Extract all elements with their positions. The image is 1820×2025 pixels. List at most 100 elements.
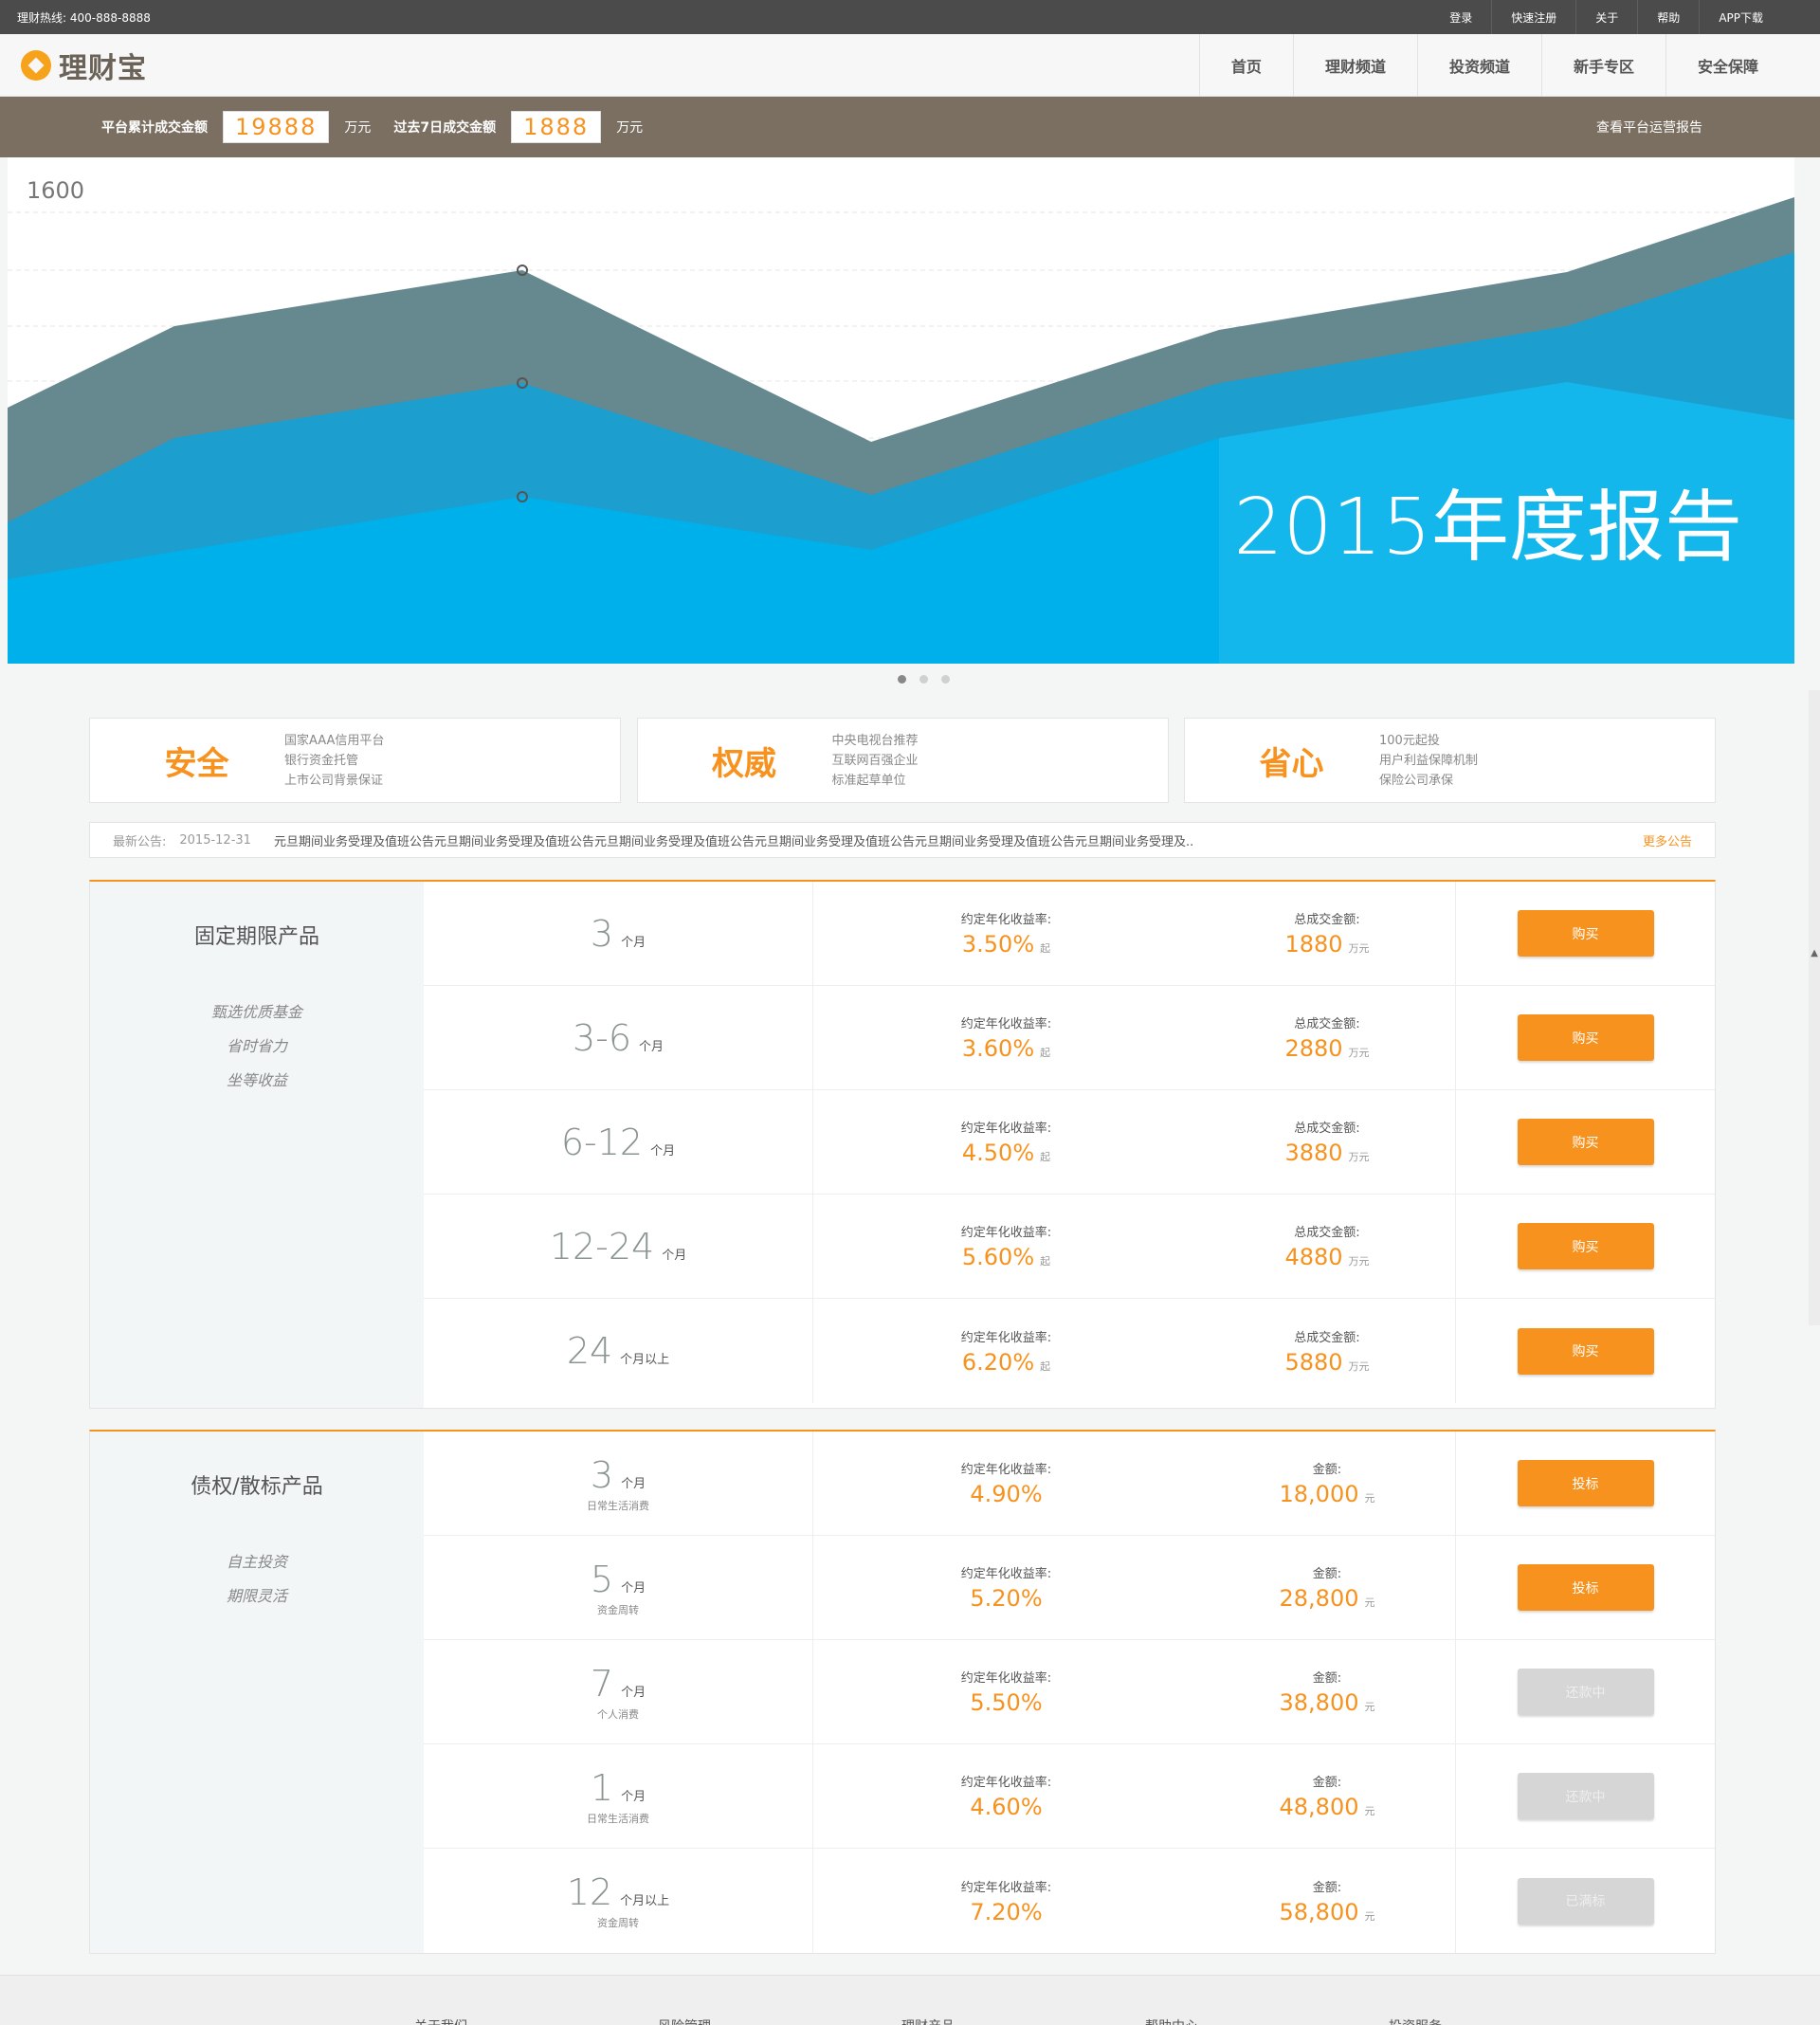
amount-value: 28,800 xyxy=(1279,1585,1359,1612)
term: 6-12 个月 xyxy=(561,1122,675,1163)
amount-cell: 总成交金额: 4880 万元 xyxy=(1199,1195,1455,1298)
banner-chart: 1600 2015年度报告 xyxy=(8,177,1794,664)
amount-value-wrap: 18,000 元 xyxy=(1280,1481,1375,1507)
top-links: 登录 快速注册 关于 帮助 APP下载 xyxy=(1430,0,1782,34)
amount-value-wrap: 38,800 元 xyxy=(1280,1689,1375,1716)
term: 3 个月 xyxy=(591,1454,646,1496)
register-link[interactable]: 快速注册 xyxy=(1491,0,1575,34)
status-button[interactable]: 还款中 xyxy=(1517,1773,1654,1819)
amount-unit: 万元 xyxy=(1348,1359,1370,1373)
amount-value: 4880 xyxy=(1284,1244,1343,1270)
report-link[interactable]: 查看平台运营报告 xyxy=(1596,118,1702,137)
footer: 关于我们 风险管理 理财产品 帮助中心 投资服务 xyxy=(0,1975,1820,2025)
footer-link[interactable]: 投资服务 xyxy=(1389,2016,1442,2025)
footer-link[interactable]: 帮助中心 xyxy=(1145,2016,1198,2025)
carousel-dot-1[interactable] xyxy=(897,675,906,684)
fixed-rows: 3 个月 约定年化收益率: 3.50% 起总成交金额: 1880 万元 购买 3-6 个月 约定年化… xyxy=(424,882,1715,1408)
amount-value: 38,800 xyxy=(1279,1689,1359,1716)
term-unit: 个月以上 xyxy=(620,1894,670,1908)
amount-label: 总成交金额: xyxy=(1294,1330,1360,1345)
features: 安全 国家AAA信用平台 银行资金托管 上市公司背景保证 权威 中央电视台推荐 … xyxy=(89,718,1716,803)
amount-cell: 总成交金额: 1880 万元 xyxy=(1199,882,1455,985)
nav-newbie[interactable]: 新手专区 xyxy=(1540,33,1665,97)
tag: 自主投资 xyxy=(226,1553,287,1571)
action-cell: 购买 xyxy=(1455,1090,1715,1194)
rate-cell: 约定年化收益率: 7.20% xyxy=(812,1849,1199,1953)
feature-line: 保险公司承保 xyxy=(1379,773,1454,788)
term-unit: 个月 xyxy=(639,1039,664,1054)
term-desc: 个人消费 xyxy=(597,1707,639,1721)
action-cell: 投标 xyxy=(1455,1432,1715,1535)
y-tick: 1600 xyxy=(27,177,84,204)
buy-button[interactable]: 投标 xyxy=(1517,1460,1654,1506)
banner-carousel[interactable]: 1600 2015年度报告 xyxy=(8,157,1794,664)
term: 5 个月 xyxy=(591,1559,646,1600)
product-row: 1 个月 日常生活消费 约定年化收益率: 4.60% 金额: 48,800 元 还款中 xyxy=(424,1744,1715,1849)
app-download-link[interactable]: APP下载 xyxy=(1699,0,1782,34)
term-value: 3-6 xyxy=(572,1016,632,1059)
amount-cell: 总成交金额: 2880 万元 xyxy=(1199,986,1455,1089)
amount-cell: 金额: 18,000 元 xyxy=(1199,1432,1455,1535)
footer-link[interactable]: 理财产品 xyxy=(901,2016,955,2025)
feature-title: 权威 xyxy=(712,744,776,783)
tag: 省时省力 xyxy=(226,1037,287,1055)
logo[interactable]: 理财宝 xyxy=(21,45,147,86)
amount-unit: 元 xyxy=(1364,1596,1375,1609)
buy-button[interactable]: 购买 xyxy=(1517,1014,1654,1061)
amount-unit: 万元 xyxy=(1348,1255,1370,1268)
nav-security[interactable]: 安全保障 xyxy=(1665,33,1790,97)
status-button[interactable]: 还款中 xyxy=(1517,1669,1654,1715)
scrollbar[interactable] xyxy=(1809,690,1820,1325)
rate-value: 6.20% xyxy=(961,1348,1035,1376)
debt-panel: 债权/散标产品 自主投资 期限灵活 3 个月 日常生活消费 约定年化收益率: 4.90%… xyxy=(89,1430,1716,1954)
buy-button[interactable]: 购买 xyxy=(1517,1327,1654,1375)
amount-cell: 金额: 58,800 元 xyxy=(1199,1849,1455,1953)
more-notices-link[interactable]: 更多公告 xyxy=(1643,831,1692,849)
footer-link[interactable]: 风险管理 xyxy=(658,2016,711,2025)
buy-button[interactable]: 购买 xyxy=(1517,910,1654,957)
about-link[interactable]: 关于 xyxy=(1575,0,1637,34)
buy-button[interactable]: 投标 xyxy=(1517,1564,1654,1611)
term: 12-24 个月 xyxy=(550,1226,686,1268)
total-label: 平台累计成交金额 xyxy=(101,120,208,136)
footer-link[interactable]: 关于我们 xyxy=(414,2016,467,2025)
term-cell: 3-6 个月 xyxy=(424,986,812,1089)
term-unit: 个月 xyxy=(621,1580,646,1596)
buy-button[interactable]: 购买 xyxy=(1517,1223,1654,1269)
status-button[interactable]: 已满标 xyxy=(1517,1877,1654,1925)
carousel-dot-3[interactable] xyxy=(940,675,950,684)
term-cell: 1 个月 日常生活消费 xyxy=(424,1744,812,1848)
product-row: 3 个月 约定年化收益率: 3.50% 起 总成交金额: 1880 万元 购买 xyxy=(424,882,1715,986)
nav-invest[interactable]: 投资频道 xyxy=(1416,33,1541,97)
amount-value: 1880 xyxy=(1284,931,1343,958)
amount-cell: 金额: 28,800 元 xyxy=(1199,1536,1455,1639)
amount-value-wrap: 58,800 元 xyxy=(1280,1899,1375,1925)
amount-label: 总成交金额: xyxy=(1294,1122,1360,1136)
feature-authority: 权威 中央电视台推荐 互联网百强企业 标准起草单位 xyxy=(636,718,1169,803)
term-value: 24 xyxy=(566,1330,613,1372)
amount-value: 2880 xyxy=(1284,1035,1343,1062)
scroll-up-icon[interactable]: ▲ xyxy=(1811,948,1818,958)
product-row: 24 个月以上 约定年化收益率: 6.20% 起 总成交金额: 5880 万元 购买 xyxy=(424,1299,1715,1403)
amount-unit: 万元 xyxy=(1348,942,1370,955)
amount-label: 金额: xyxy=(1312,1463,1342,1477)
notice-text[interactable]: 元旦期间业务受理及值班公告元旦期间业务受理及值班公告元旦期间业务受理及值班公告元… xyxy=(274,831,1624,849)
amount-unit: 元 xyxy=(1364,1492,1375,1505)
tag: 期限灵活 xyxy=(226,1587,287,1605)
login-link[interactable]: 登录 xyxy=(1430,0,1491,34)
amount-cell: 金额: 38,800 元 xyxy=(1199,1640,1455,1743)
help-link[interactable]: 帮助 xyxy=(1637,0,1699,34)
product-row: 6-12 个月 约定年化收益率: 4.50% 起 总成交金额: 3880 万元 购买 xyxy=(424,1090,1715,1195)
nav-home[interactable]: 首页 xyxy=(1198,33,1293,97)
product-row: 3 个月 日常生活消费 约定年化收益率: 4.90% 金额: 18,000 元 投标 xyxy=(424,1432,1715,1536)
buy-button[interactable]: 购买 xyxy=(1517,1119,1654,1165)
term-unit: 个月 xyxy=(650,1143,676,1158)
rate-label: 约定年化收益率: xyxy=(960,1567,1052,1581)
nav-finance[interactable]: 理财频道 xyxy=(1292,33,1417,97)
term-value: 1 xyxy=(590,1766,614,1809)
rate-cell: 约定年化收益率: 3.50% 起 xyxy=(812,882,1199,985)
feature-line: 用户利益保障机制 xyxy=(1379,753,1479,768)
rate-cell: 约定年化收益率: 3.60% 起 xyxy=(812,986,1199,1089)
hotline: 理财热线: 400-888-8888 xyxy=(17,10,151,25)
carousel-dot-2[interactable] xyxy=(919,675,928,684)
